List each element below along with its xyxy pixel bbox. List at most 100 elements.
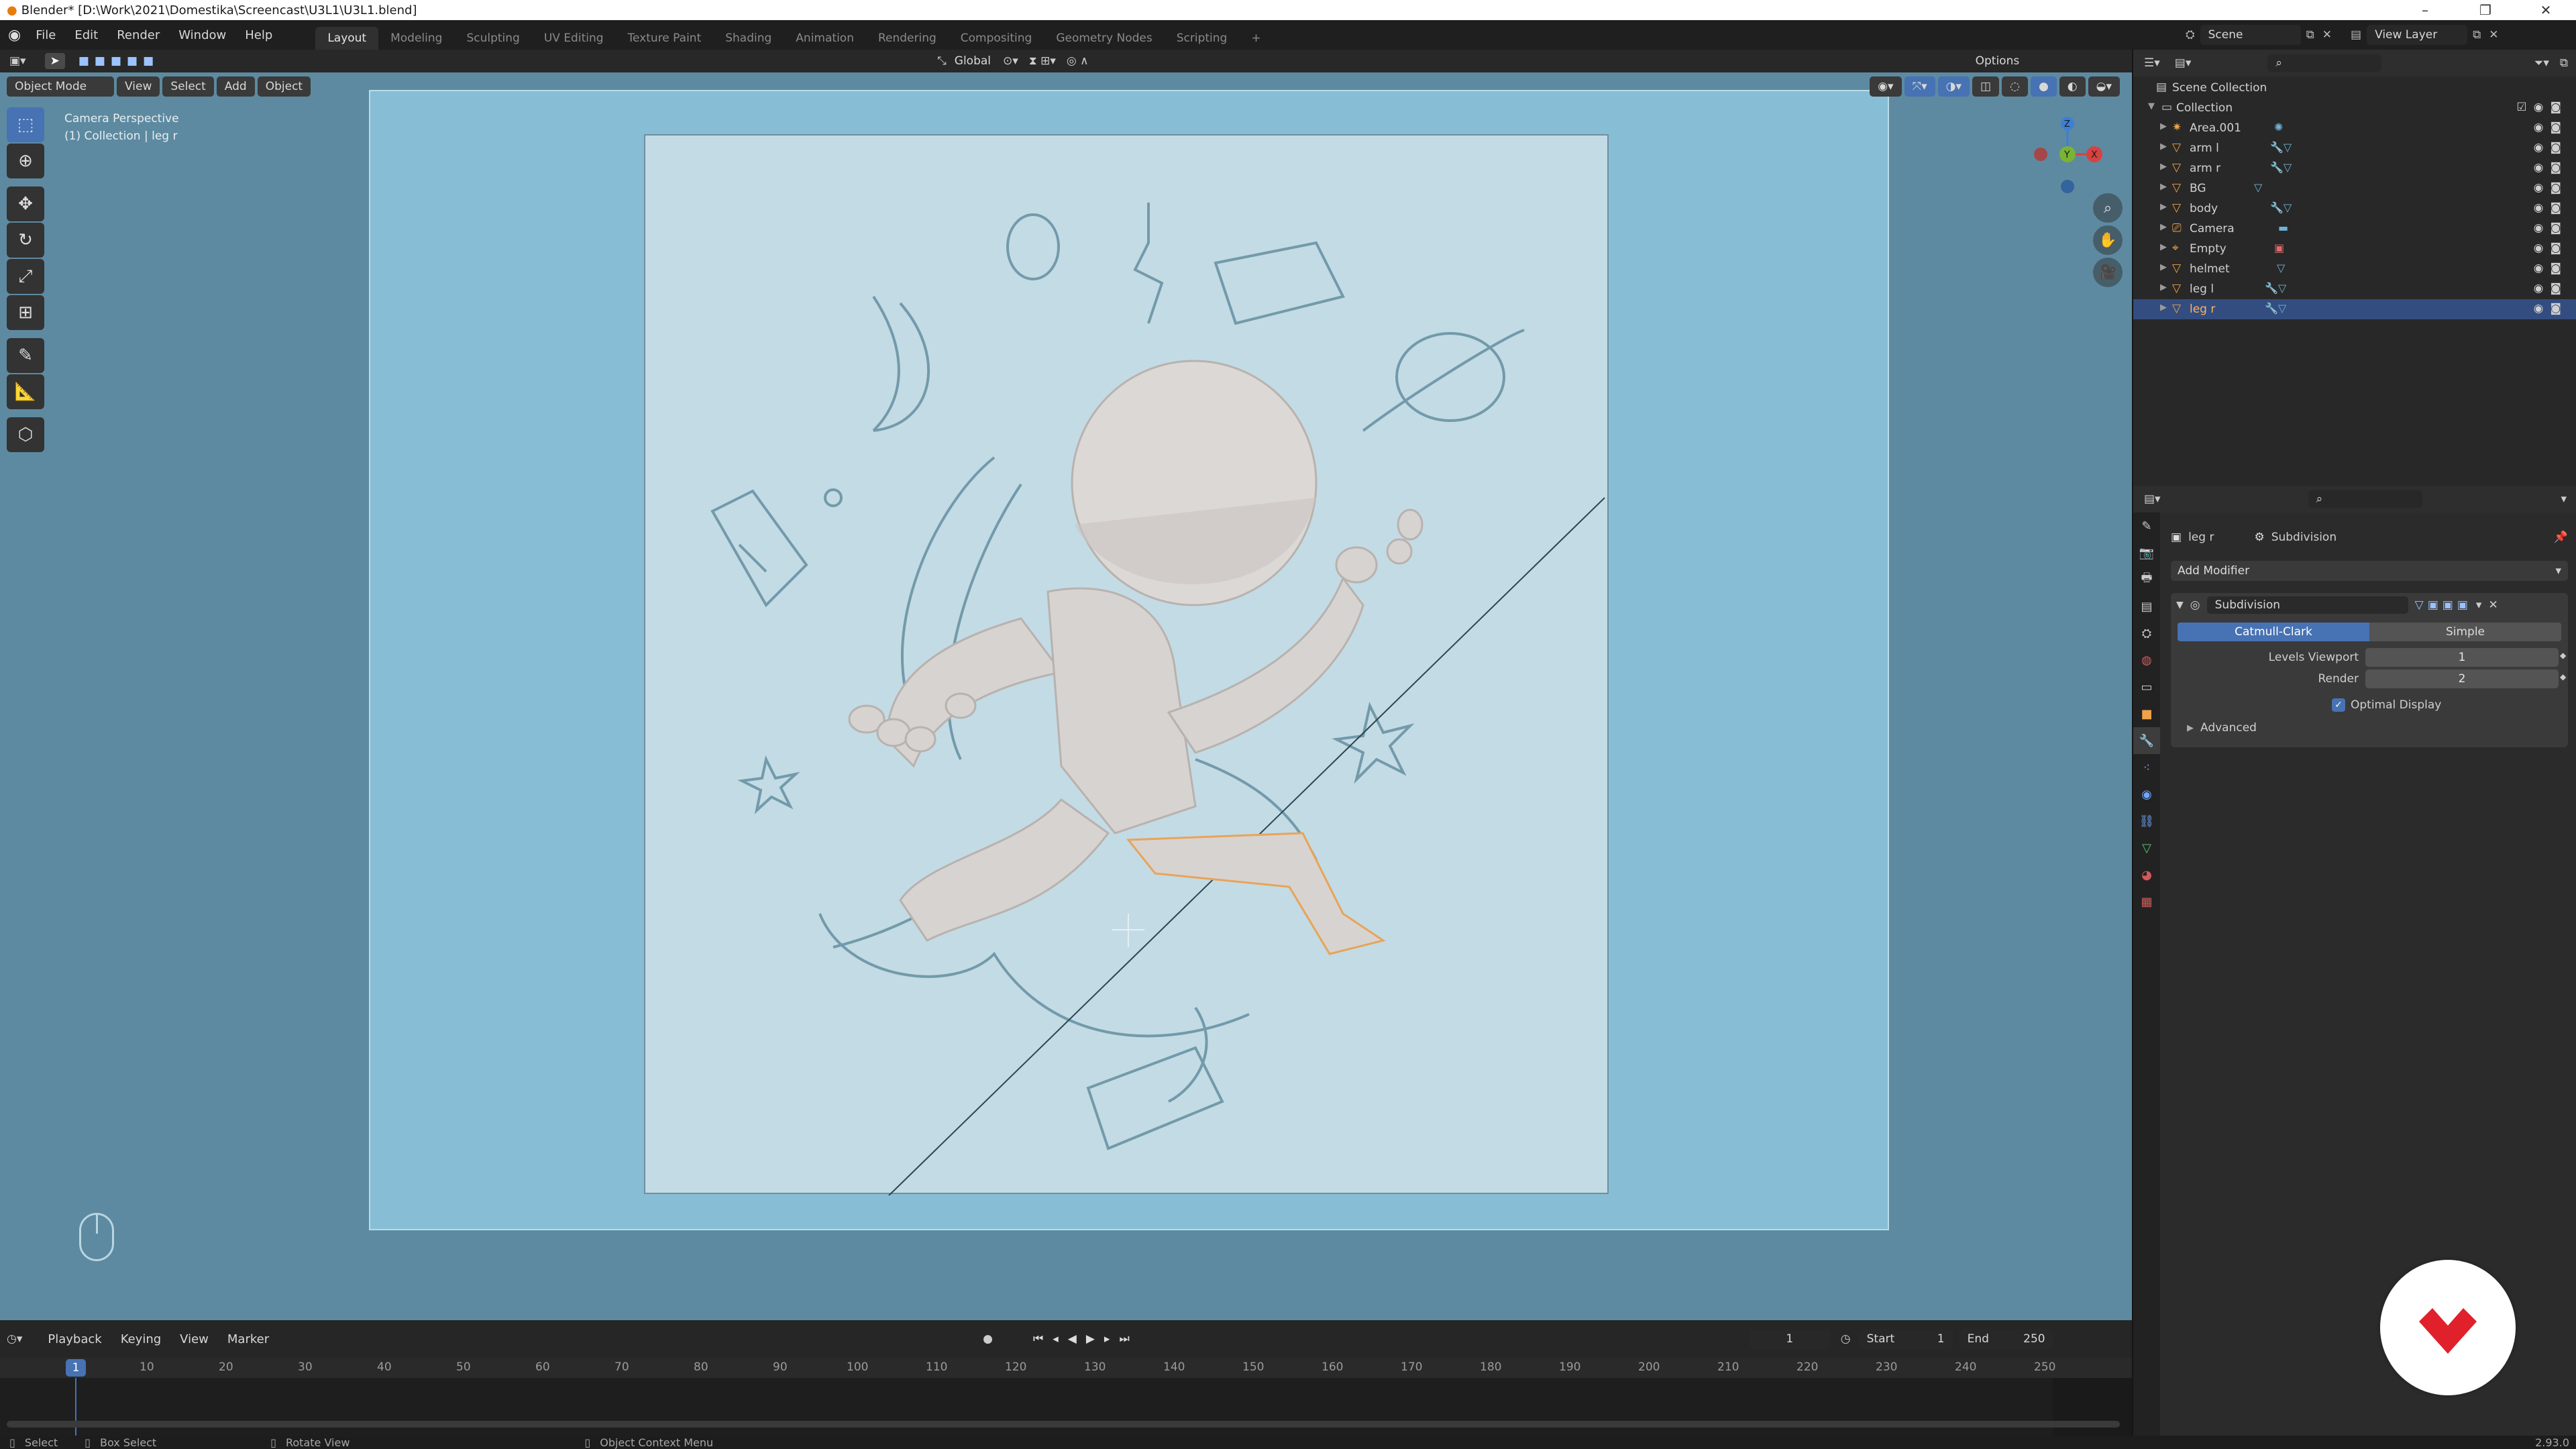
texture-tab-icon[interactable]: ▦ (2133, 888, 2160, 915)
timeline-ruler[interactable]: 10 20 30 40 50 60 70 80 90 100 110 120 1… (0, 1358, 2132, 1378)
tab-sculpting[interactable]: Sculpting (454, 27, 531, 50)
timeline-track-area[interactable] (0, 1378, 2132, 1436)
add-workspace-button[interactable]: + (1239, 27, 1273, 50)
outliner-search-input[interactable]: ⌕ (2267, 54, 2382, 72)
keyframe-dot-icon[interactable]: ◆ (2560, 651, 2566, 660)
physics-tab-icon[interactable]: ◉ (2133, 781, 2160, 808)
menu-help[interactable]: Help (235, 28, 282, 42)
particles-tab-icon[interactable]: ⁖ (2133, 754, 2160, 781)
playhead[interactable]: 1 (66, 1359, 86, 1377)
viewport-menu-add[interactable]: Add (216, 76, 255, 97)
editor-type-icon[interactable]: ▣▾ (9, 54, 26, 68)
menu-edit[interactable]: Edit (65, 28, 107, 42)
new-view-layer-icon[interactable]: ⧉ (2473, 28, 2481, 42)
object-mode-dropdown[interactable]: Object Mode (7, 76, 114, 97)
add-modifier-dropdown[interactable]: Add Modifier ▾ (2171, 561, 2568, 581)
maximize-button[interactable]: ❐ (2455, 2, 2516, 18)
xray-icon[interactable]: ◫ (1972, 76, 2000, 97)
outliner[interactable]: ☰▾ ▤▾ ⌕ ⏷▾ ⧉ ▤ Scene Collection ▼ ▭ Coll… (2132, 50, 2576, 486)
modifier-toggle-icons[interactable]: ▽▣▣▣ (2415, 598, 2472, 612)
pan-hand-icon[interactable]: ✋ (2093, 225, 2123, 255)
delete-scene-icon[interactable]: ✕ (2322, 28, 2332, 42)
zoom-icon[interactable]: ⌕ (2093, 193, 2123, 223)
proportional-edit-icon[interactable]: ◎ ∧ (1067, 54, 1089, 68)
properties-options-icon[interactable]: ▾ (2561, 492, 2567, 506)
playback-controls[interactable]: ⏮◂◀▶▸⏭ (1033, 1332, 1139, 1346)
shading-material-icon[interactable]: ◐ (2059, 76, 2086, 97)
move-tool-icon[interactable]: ✥ (7, 186, 44, 221)
timeline-scrollbar[interactable] (7, 1421, 2120, 1428)
simple-button[interactable]: Simple (2369, 623, 2561, 641)
tab-geometry-nodes[interactable]: Geometry Nodes (1044, 27, 1164, 50)
measure-tool-icon[interactable]: 📐 (7, 374, 44, 409)
view-layer-selector[interactable]: View Layer (2367, 25, 2468, 45)
outliner-item-arm-l[interactable]: ▶ ▽ arm l 🔧▽ ◉◙ (2133, 138, 2576, 158)
modifier-menu-icon[interactable]: ▾ (2476, 598, 2482, 612)
current-frame-field[interactable]: 1 (1749, 1329, 1830, 1349)
tab-layout[interactable]: Layout (315, 27, 379, 50)
outliner-editor-icon[interactable]: ☰▾ (2144, 56, 2160, 70)
tool-tab-icon[interactable]: ✎ (2133, 513, 2160, 539)
add-cube-tool-icon[interactable]: ⬡ (7, 417, 44, 452)
3d-viewport[interactable]: Object Mode View Select Add Object ◉▾ ⤧▾… (0, 72, 2132, 1320)
view-layer-tab-icon[interactable]: ▤ (2133, 593, 2160, 620)
options-dropdown[interactable]: Options (1967, 51, 2028, 71)
pin-icon[interactable]: 📌 (2554, 531, 2568, 544)
render-tab-icon[interactable]: 📷 (2133, 539, 2160, 566)
transform-orientation-dropdown[interactable]: Global (947, 51, 999, 71)
levels-viewport-field[interactable]: 1 (2365, 648, 2559, 667)
tab-compositing[interactable]: Compositing (949, 27, 1044, 50)
gizmo-toggle-icon[interactable]: ⤧▾ (1904, 76, 1935, 97)
outliner-item-leg-l[interactable]: ▶ ▽ leg l 🔧▽ ◉◙ (2133, 279, 2576, 299)
navigation-gizmo[interactable]: Y X Z (2019, 106, 2113, 207)
close-window-button[interactable]: ✕ (2516, 2, 2576, 18)
scene-selector[interactable]: Scene (2200, 25, 2301, 45)
material-tab-icon[interactable]: ◕ (2133, 861, 2160, 888)
start-frame-field[interactable]: Start 1 (1858, 1329, 1953, 1349)
viewport-menu-object[interactable]: Object (257, 76, 311, 97)
blender-menu-icon[interactable]: ◉ (8, 27, 21, 44)
outliner-item-leg-r[interactable]: ▶ ▽ leg r 🔧▽ ◉◙ (2133, 299, 2576, 319)
active-tool-icon[interactable]: ➤ (44, 53, 65, 69)
tab-uv-editing[interactable]: UV Editing (532, 27, 616, 50)
menu-window[interactable]: Window (169, 28, 235, 42)
timeline-menu-keying[interactable]: Keying (111, 1332, 170, 1346)
outliner-scene-collection[interactable]: ▤ Scene Collection (2133, 78, 2576, 98)
record-keyframe-icon[interactable]: ● (983, 1332, 993, 1346)
scene-tab-icon[interactable]: ⛭ (2133, 620, 2160, 647)
transform-tool-icon[interactable]: ⊞ (7, 295, 44, 330)
shading-rendered-icon[interactable]: ◒▾ (2088, 76, 2120, 97)
shading-solid-icon[interactable]: ● (2030, 76, 2057, 97)
overlays-icon[interactable]: ◑▾ (1937, 76, 1970, 97)
tab-shading[interactable]: Shading (713, 27, 784, 50)
outliner-item-camera[interactable]: ▶ ⎚ Camera ▬ ◉◙ (2133, 219, 2576, 239)
menu-render[interactable]: Render (107, 28, 169, 42)
data-tab-icon[interactable]: ▽ (2133, 835, 2160, 861)
outliner-item-empty[interactable]: ▶ ⌖ Empty ▣ ◉◙ (2133, 239, 2576, 259)
menu-file[interactable]: File (26, 28, 65, 42)
constraints-tab-icon[interactable]: ⛓ (2133, 808, 2160, 835)
collection-tab-icon[interactable]: ▭ (2133, 674, 2160, 700)
annotate-tool-icon[interactable]: ✎ (7, 338, 44, 373)
viewport-menu-view[interactable]: View (117, 76, 160, 97)
timeline-menu-marker[interactable]: Marker (218, 1332, 278, 1346)
minimize-button[interactable]: – (2395, 2, 2455, 18)
snap-icon[interactable]: ⧗ ⊞▾ (1029, 54, 1056, 68)
advanced-subpanel[interactable]: ▶ Advanced (2171, 716, 2568, 739)
render-levels-field[interactable]: 2 (2365, 669, 2559, 688)
outliner-collection[interactable]: ▼ ▭ Collection ☑◉◙ (2133, 98, 2576, 118)
timeline-menu-view[interactable]: View (170, 1332, 218, 1346)
scale-tool-icon[interactable]: ⤢ (7, 259, 44, 294)
catmull-clark-button[interactable]: Catmull-Clark (2178, 623, 2369, 641)
timeline-editor[interactable]: ◷▾ Playback Keying View Marker ● ⏮◂◀▶▸⏭ … (0, 1320, 2132, 1436)
viewport-menu-select[interactable]: Select (162, 76, 214, 97)
output-tab-icon[interactable]: 🖶 (2133, 566, 2160, 593)
rotate-tool-icon[interactable]: ↻ (7, 223, 44, 258)
end-frame-field[interactable]: End 250 (1959, 1329, 2053, 1349)
optimal-display-checkbox[interactable]: ✓ (2332, 698, 2345, 712)
timeline-editor-icon[interactable]: ◷▾ (7, 1332, 22, 1346)
new-scene-icon[interactable]: ⧉ (2306, 28, 2314, 42)
timeline-menu-playback[interactable]: Playback (38, 1332, 111, 1346)
remove-modifier-icon[interactable]: ✕ (2488, 598, 2498, 612)
tab-rendering[interactable]: Rendering (866, 27, 949, 50)
